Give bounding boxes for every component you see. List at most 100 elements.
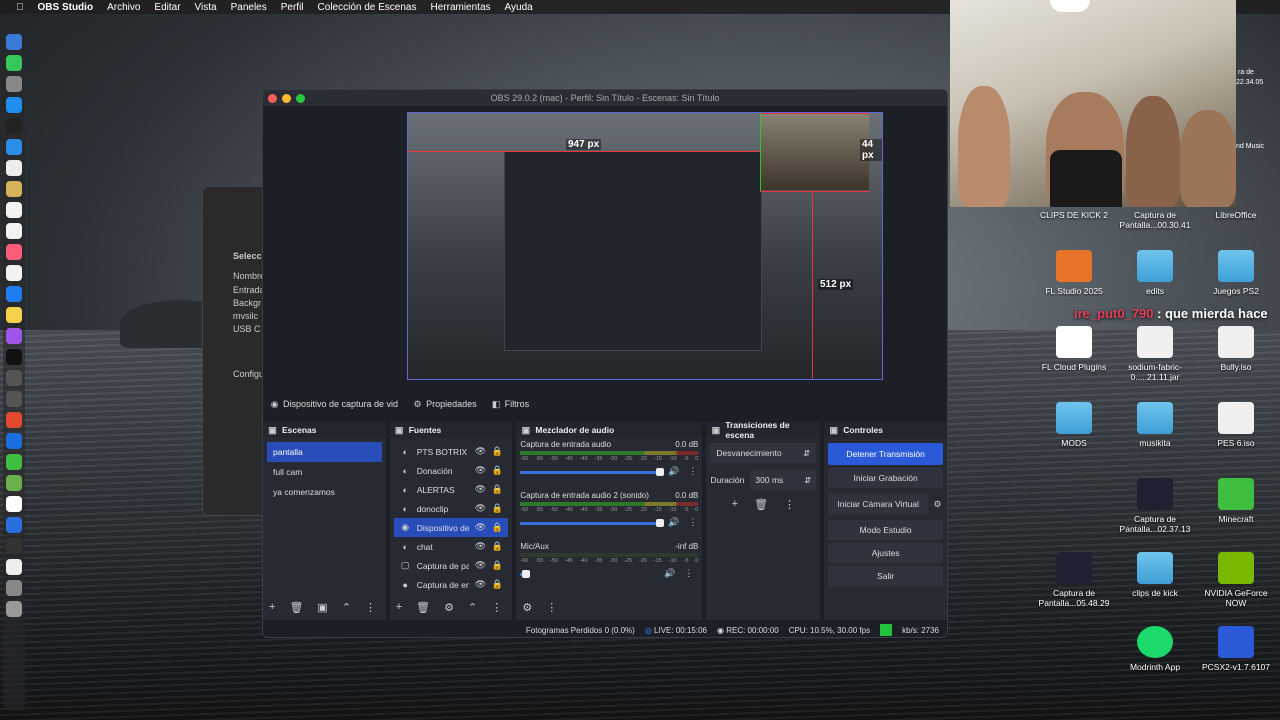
studio-mode-button[interactable]: Modo Estudio xyxy=(828,520,943,540)
desktop-icon[interactable]: Captura de Pantalla...05.48.29 xyxy=(1036,552,1112,608)
desktop-icon[interactable]: PCSX2-v1.7.6107 xyxy=(1198,626,1274,672)
more-icon[interactable]: ⋮ xyxy=(683,568,694,579)
dock-undock-icon[interactable]: ▣ xyxy=(710,425,721,436)
scene-filter-icon[interactable]: ▣ xyxy=(317,601,327,614)
settings-button[interactable]: Ajustes xyxy=(828,543,943,563)
desktop-icon[interactable]: Bully.iso xyxy=(1198,326,1274,372)
lock-icon[interactable]: 🔒 xyxy=(492,484,503,495)
more-icon[interactable]: ⋮ xyxy=(687,517,698,528)
desktop-icon[interactable]: MODS xyxy=(1036,402,1112,448)
dock-undock-icon[interactable]: ▣ xyxy=(394,425,405,436)
apple-icon[interactable]:  xyxy=(16,2,24,13)
advanced-audio-icon[interactable]: ⚙ xyxy=(522,601,532,614)
speaker-icon[interactable]: 🔊 xyxy=(668,466,679,477)
move-up-icon[interactable]: ⌃ xyxy=(468,601,477,614)
podcasts-icon[interactable] xyxy=(6,328,22,344)
desktop-icon[interactable]: Captura de Pantalla...02.37.13 xyxy=(1117,478,1193,534)
textedit-icon[interactable] xyxy=(6,265,22,281)
calendar-icon[interactable] xyxy=(6,202,22,218)
menu-coleccion-escenas[interactable]: Colección de Escenas xyxy=(318,2,417,13)
settings-icon[interactable] xyxy=(6,370,22,386)
safari-icon[interactable] xyxy=(6,97,22,113)
minecraft-dock-icon[interactable] xyxy=(6,454,22,470)
add-icon[interactable]: + xyxy=(732,498,738,511)
duration-spinbox[interactable]: 300 ms ⇵ xyxy=(750,470,817,490)
downloads-icon[interactable] xyxy=(6,580,22,596)
source-item[interactable]: ◐ Donación 👁 🔒 xyxy=(394,461,509,480)
desktop-icon[interactable]: LibreOffice xyxy=(1198,210,1274,220)
start-virtual-camera-button[interactable]: Iniciar Cámara Virtual xyxy=(828,494,928,514)
lock-icon[interactable]: 🔒 xyxy=(492,522,503,533)
desktop-icon[interactable]: NVIDIA GeForce NOW xyxy=(1198,552,1274,608)
visibility-eye-icon[interactable]: 👁 xyxy=(475,579,486,590)
desktop-icon[interactable]: Modrinth App xyxy=(1117,626,1193,672)
dock-undock-icon[interactable]: ▣ xyxy=(828,425,839,436)
desktop-icon[interactable]: PES 6.iso xyxy=(1198,402,1274,448)
filters-button[interactable]: ◧ Filtros xyxy=(491,399,529,410)
lock-icon[interactable]: 🔒 xyxy=(492,579,503,590)
desktop-icon[interactable]: edits xyxy=(1117,250,1193,296)
source-item[interactable]: ◐ donoclip 👁 🔒 xyxy=(394,499,509,518)
desktop-icon[interactable]: clips de kick xyxy=(1117,552,1193,598)
volume-slider[interactable] xyxy=(520,570,531,578)
chrome-icon[interactable] xyxy=(6,412,22,428)
menu-vista[interactable]: Vista xyxy=(195,2,217,13)
trash-icon[interactable] xyxy=(6,601,22,617)
menu-paneles[interactable]: Paneles xyxy=(231,2,267,13)
source-item[interactable]: ◐ ALERTAS 👁 🔒 xyxy=(394,480,509,499)
gear-icon[interactable]: ⚙ xyxy=(444,601,454,614)
reminders-icon[interactable] xyxy=(6,223,22,239)
visibility-eye-icon[interactable]: 👁 xyxy=(475,560,486,571)
desktop-icon[interactable]: Captura de Pantalla...00.30.41 xyxy=(1117,210,1193,230)
music-icon[interactable] xyxy=(6,244,22,260)
trash-icon[interactable]: 🗑 xyxy=(416,601,430,614)
visibility-eye-icon[interactable]: 👁 xyxy=(475,446,486,457)
scene-item[interactable]: ya comenzamos xyxy=(267,482,382,502)
photos-icon[interactable] xyxy=(6,160,22,176)
exit-button[interactable]: Salir xyxy=(828,566,943,586)
more-icon[interactable]: ⋮ xyxy=(491,601,502,614)
menu-herramientas[interactable]: Herramientas xyxy=(431,2,491,13)
kick-dock-icon[interactable] xyxy=(6,496,22,512)
source-item[interactable]: ● Captura de en 👁 🔒 xyxy=(394,575,509,594)
desktop-icon[interactable]: Juegos PS2 xyxy=(1198,250,1274,296)
webcam-source-in-preview[interactable] xyxy=(761,114,869,190)
gear-icon[interactable]: ⚙ xyxy=(932,499,943,510)
visibility-eye-icon[interactable]: 👁 xyxy=(475,503,486,514)
menu-editar[interactable]: Editar xyxy=(154,2,180,13)
folder-dock-icon[interactable] xyxy=(6,538,22,554)
visibility-eye-icon[interactable]: 👁 xyxy=(475,541,486,552)
dock-undock-icon[interactable]: ▣ xyxy=(267,425,278,436)
more-icon[interactable]: ⋮ xyxy=(365,601,376,614)
speaker-icon[interactable]: 🔊 xyxy=(664,568,675,579)
visibility-eye-icon[interactable]: 👁 xyxy=(475,484,486,495)
desktop-icon[interactable]: CLIPS DE KICK 2 xyxy=(1036,210,1112,220)
move-up-icon[interactable]: ⌃ xyxy=(342,601,351,614)
menu-ayuda[interactable]: Ayuda xyxy=(505,2,533,13)
b-app-icon[interactable] xyxy=(6,559,22,575)
desktop-icon[interactable]: musikita xyxy=(1117,402,1193,448)
add-icon[interactable]: + xyxy=(269,601,275,614)
menu-archivo[interactable]: Archivo xyxy=(107,2,140,13)
scene-item[interactable]: pantalla xyxy=(267,442,382,462)
preview-canvas[interactable]: 947 px 44 px 512 px xyxy=(407,112,883,380)
apple-tv-icon[interactable] xyxy=(6,349,22,365)
more-icon[interactable]: ⋮ xyxy=(687,466,698,477)
lock-icon[interactable]: 🔒 xyxy=(492,541,503,552)
obs-dock-icon[interactable] xyxy=(6,391,22,407)
desktop-icon[interactable]: FL Cloud Plugins xyxy=(1036,326,1112,372)
obs-titlebar[interactable]: OBS 29.0.2 (mac) - Perfil: Sin Título - … xyxy=(263,90,947,106)
volume-slider[interactable] xyxy=(520,519,665,527)
scene-item[interactable]: full cam xyxy=(267,462,382,482)
maximize-icon[interactable] xyxy=(296,94,305,103)
more-icon[interactable]: ⋮ xyxy=(784,498,795,511)
appstore2-icon[interactable] xyxy=(6,286,22,302)
transition-select[interactable]: Desvanecimiento ⇵ xyxy=(710,443,817,463)
desktop-icon[interactable]: FL Studio 2025 xyxy=(1036,250,1112,296)
properties-button[interactable]: ⚙ Propiedades xyxy=(412,399,477,410)
pcsx2-dock-icon[interactable] xyxy=(6,517,22,533)
lock-icon[interactable]: 🔒 xyxy=(492,560,503,571)
trash-icon[interactable]: 🗑 xyxy=(754,498,768,511)
dock-undock-icon[interactable]: ▣ xyxy=(520,425,531,436)
lock-icon[interactable]: 🔒 xyxy=(492,446,503,457)
